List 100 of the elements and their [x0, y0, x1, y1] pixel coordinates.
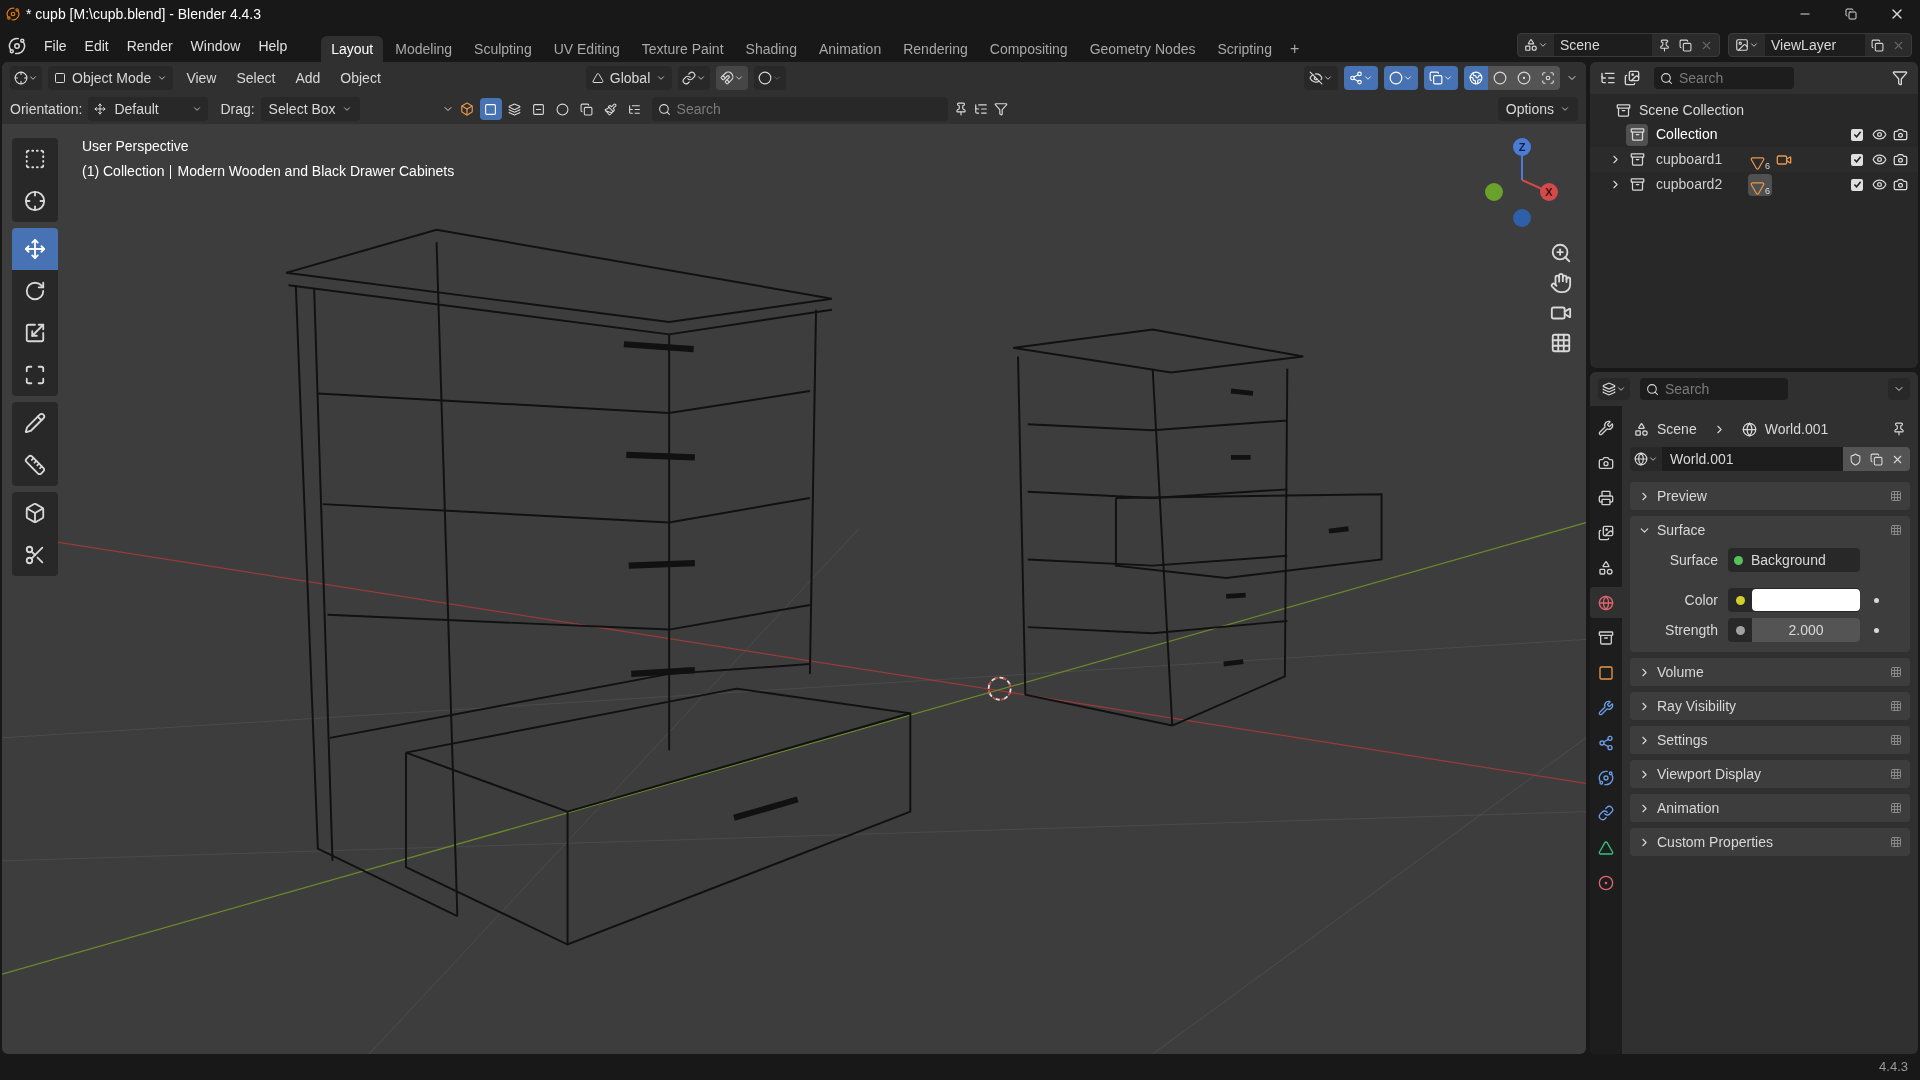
workspace-tab[interactable]: Sculpting: [464, 36, 542, 62]
blender-logo-icon[interactable]: [8, 37, 26, 55]
panel-header[interactable]: Viewport Display: [1630, 760, 1910, 788]
3d-cursor-icon[interactable]: [987, 676, 1012, 701]
render-camera-icon[interactable]: [1893, 177, 1908, 192]
scene-collection-label[interactable]: Scene Collection: [1639, 99, 1745, 121]
world-tab[interactable]: [1590, 587, 1622, 618]
workspace-tab[interactable]: Scripting: [1207, 36, 1282, 62]
panel-header[interactable]: Animation: [1630, 794, 1910, 822]
xray-toggle[interactable]: [1424, 66, 1458, 90]
render-camera-icon[interactable]: [1893, 127, 1908, 142]
pin-icon[interactable]: [1892, 422, 1906, 436]
viewport-menu-item[interactable]: Object: [333, 67, 388, 89]
color-swatch[interactable]: [1752, 589, 1860, 611]
dropdown-button[interactable]: [1888, 378, 1910, 400]
wireframe-shading-button[interactable]: [1464, 66, 1488, 90]
panel-header[interactable]: Custom Properties: [1630, 828, 1910, 856]
measure-tool[interactable]: [12, 444, 58, 486]
workspace-tab[interactable]: Modeling: [385, 36, 463, 62]
editor-type-button[interactable]: [10, 66, 42, 90]
select-mode-button[interactable]: [479, 98, 502, 120]
proportional-edit-button[interactable]: [754, 66, 787, 90]
display-mode-icon[interactable]: [1624, 70, 1640, 86]
panel-header[interactable]: Preview: [1630, 482, 1910, 510]
transform-orientation-dropdown[interactable]: Global: [585, 66, 673, 90]
menu-item[interactable]: Render: [118, 35, 181, 57]
color-cube-icon[interactable]: [459, 102, 474, 116]
snap-button[interactable]: [716, 66, 749, 90]
pin-icon[interactable]: [1658, 38, 1671, 52]
orientation-dropdown[interactable]: Default: [88, 97, 209, 121]
exclude-checkbox[interactable]: [1851, 128, 1863, 141]
eye-icon[interactable]: [1872, 127, 1887, 142]
visibility-toggle[interactable]: [1304, 66, 1338, 90]
zoom-icon[interactable]: [1550, 242, 1572, 264]
exclude-checkbox[interactable]: [1851, 153, 1863, 166]
solid-shading-button[interactable]: [1488, 66, 1512, 90]
move-tool[interactable]: [12, 228, 58, 270]
cursor-tool[interactable]: [12, 180, 58, 222]
duplicate-icon[interactable]: [1871, 38, 1884, 52]
gizmo-axis-ball[interactable]: [1485, 183, 1503, 201]
number-field[interactable]: 2.000: [1752, 618, 1860, 642]
workspace-tab[interactable]: Animation: [808, 36, 892, 62]
shield-icon[interactable]: [1849, 452, 1862, 466]
workspace-tab[interactable]: Layout: [321, 36, 384, 62]
viewport-menu-item[interactable]: Select: [229, 67, 283, 89]
mesh-triangle-icon[interactable]: [1750, 155, 1765, 171]
panel-header[interactable]: Surface: [1630, 516, 1910, 544]
bookmark-icon[interactable]: [953, 102, 968, 116]
x-axis-label[interactable]: X: [1540, 183, 1558, 201]
options-dropdown[interactable]: Options: [1497, 97, 1578, 121]
workspace-tab[interactable]: Rendering: [893, 36, 978, 62]
panel-header[interactable]: Ray Visibility: [1630, 692, 1910, 720]
render-camera-icon[interactable]: [1893, 152, 1908, 167]
workspace-tab[interactable]: UV Editing: [543, 36, 630, 62]
rotate-tool[interactable]: [12, 270, 58, 312]
add-cube-tool[interactable]: [12, 492, 58, 534]
workspace-tab[interactable]: Compositing: [979, 36, 1078, 62]
select-box-tool[interactable]: [12, 138, 58, 180]
hand-pan-icon[interactable]: [1550, 272, 1572, 294]
workspace-tab[interactable]: Geometry Nodes: [1079, 36, 1206, 62]
outliner-row[interactable]: cupboard2 6: [1590, 172, 1918, 197]
panel-header[interactable]: Volume: [1630, 658, 1910, 686]
filter-icon[interactable]: [993, 102, 1008, 116]
rendered-shading-button[interactable]: [1536, 66, 1560, 90]
outliner-search-field[interactable]: Search: [1654, 67, 1794, 89]
hierarchy-icon[interactable]: [973, 102, 988, 116]
duplicate-icon[interactable]: [1870, 452, 1883, 466]
view-layer-selector[interactable]: ViewLayer: [1728, 33, 1912, 57]
annotate-tool[interactable]: [12, 402, 58, 444]
menu-item[interactable]: Window: [182, 35, 249, 57]
viewport-menu-item[interactable]: View: [179, 67, 224, 89]
add-workspace-button[interactable]: +: [1283, 36, 1306, 62]
pivot-button[interactable]: [678, 66, 711, 90]
mesh-triangle-icon[interactable]: [1750, 180, 1765, 196]
world-datablock-selector[interactable]: World.001: [1630, 447, 1910, 471]
z-axis-label[interactable]: Z: [1513, 138, 1531, 156]
grid-view-icon[interactable]: [1550, 332, 1572, 354]
workspace-tab[interactable]: Shading: [735, 36, 807, 62]
workspace-tab[interactable]: Texture Paint: [631, 36, 734, 62]
exclude-checkbox[interactable]: [1851, 178, 1863, 191]
filter-icon[interactable]: [1892, 70, 1908, 86]
menu-item[interactable]: Edit: [76, 35, 117, 57]
properties-search-field[interactable]: Search: [1640, 378, 1788, 400]
gizmos-toggle[interactable]: [1344, 66, 1378, 90]
transform-tool[interactable]: [12, 354, 58, 396]
duplicate-icon[interactable]: [1679, 38, 1692, 52]
editor-type-button[interactable]: [1598, 378, 1630, 400]
overlays-toggle[interactable]: [1384, 66, 1418, 90]
panel-header[interactable]: Settings: [1630, 726, 1910, 754]
outliner-type-icon[interactable]: [1600, 70, 1616, 86]
cut-tool[interactable]: [12, 534, 58, 576]
drag-dropdown[interactable]: Select Box: [260, 97, 360, 121]
outliner-row[interactable]: Collection: [1590, 122, 1918, 147]
shader-node-field[interactable]: Background: [1728, 548, 1860, 572]
eye-icon[interactable]: [1872, 177, 1887, 192]
viewport-menu-item[interactable]: Add: [288, 67, 328, 89]
menu-item[interactable]: Help: [250, 35, 296, 57]
menu-item[interactable]: File: [36, 35, 75, 57]
scene-selector[interactable]: Scene: [1517, 33, 1720, 57]
eye-icon[interactable]: [1872, 152, 1887, 167]
